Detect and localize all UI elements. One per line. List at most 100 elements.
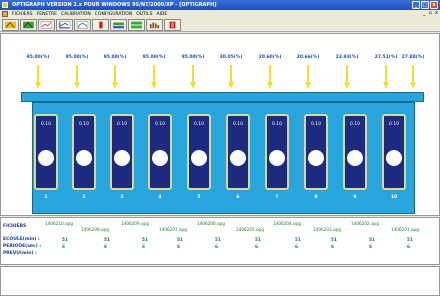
- tool-green-icon[interactable]: [20, 18, 37, 31]
- menu-aide[interactable]: AIDE: [156, 12, 167, 17]
- cell-hole: [386, 150, 402, 166]
- file-name[interactable]: 1406202.opg: [351, 221, 379, 226]
- tool-stop-icon[interactable]: [164, 18, 181, 31]
- menu-configuration[interactable]: CONFIGURATION: [95, 12, 132, 17]
- menu-bar: FICHIERS FENETRE CALIBRATION CONFIGURATI…: [0, 10, 440, 18]
- cell-hole: [269, 150, 285, 166]
- cell-value: 0.10: [40, 122, 52, 127]
- cell-9[interactable]: 0.10 9: [341, 114, 369, 209]
- cell-card: 0.10: [187, 114, 211, 190]
- menu-outils[interactable]: OUTILS: [136, 12, 152, 17]
- percentage-label: 95.00(%): [142, 55, 166, 60]
- cell-number: 1: [44, 195, 48, 200]
- tool-chart-icon[interactable]: [38, 18, 55, 31]
- cell-hole: [347, 150, 363, 166]
- cell-10[interactable]: 0.10 10: [380, 114, 408, 209]
- menu-fenetre[interactable]: FENETRE: [37, 12, 57, 17]
- cell-card: 0.10: [304, 114, 328, 190]
- file-name[interactable]: 1406204.opg: [273, 221, 301, 226]
- periode-value: 6: [62, 244, 65, 249]
- down-arrow-icon: [344, 65, 350, 89]
- window-controls: _ □ x: [412, 1, 438, 9]
- toolbar: [0, 18, 440, 32]
- main-view: 95.00(%) 95.00(%) 95.00(%) 95.00(%) 95.00(%)…: [0, 33, 440, 242]
- cell-4[interactable]: 0.10 4: [146, 114, 174, 209]
- tool-histogram-icon[interactable]: [146, 18, 163, 31]
- down-arrow-icon: [35, 65, 41, 89]
- cell-number: 4: [158, 195, 162, 200]
- cell-number: 5: [197, 195, 201, 200]
- ecoule-value: 51: [407, 237, 413, 242]
- file-name[interactable]: 1406205.opg: [236, 227, 264, 232]
- file-name[interactable]: 1406207.opg: [159, 227, 187, 232]
- cell-value: 0.10: [232, 122, 244, 127]
- mdi-close-button[interactable]: x: [435, 10, 438, 16]
- cell-7[interactable]: 0.10 7: [263, 114, 291, 209]
- ecoule-value: 51: [255, 237, 261, 242]
- cell-card: 0.10: [265, 114, 289, 190]
- cell-hole: [191, 150, 207, 166]
- tool-bars-icon[interactable]: [110, 18, 127, 31]
- cell-3[interactable]: 0.10 3: [108, 114, 136, 209]
- menu-fichiers[interactable]: FICHIERS: [12, 12, 33, 17]
- mdi-restore-button[interactable]: ▫: [429, 10, 432, 16]
- minimize-button[interactable]: _: [412, 1, 420, 9]
- cell-card: 0.10: [72, 114, 96, 190]
- cell-5[interactable]: 0.10 5: [185, 114, 213, 209]
- cell-2[interactable]: 0.10 2: [70, 114, 98, 209]
- periode-value: 6: [215, 244, 218, 249]
- ecoule-label: ECOULE(min) :: [3, 237, 40, 242]
- tool-red-icon[interactable]: [92, 18, 109, 31]
- cell-number: 7: [275, 195, 279, 200]
- file-name[interactable]: 1406203.opg: [313, 227, 341, 232]
- periode-value: 6: [177, 244, 180, 249]
- file-name[interactable]: 1406209.opg: [81, 227, 109, 232]
- cell-card: 0.10: [226, 114, 250, 190]
- document-icon[interactable]: [2, 11, 8, 17]
- cell-value: 0.10: [388, 122, 400, 127]
- cell-card: 0.10: [148, 114, 172, 190]
- bottom-panel: [0, 266, 440, 296]
- down-arrow-icon: [74, 65, 80, 89]
- ecoule-value: 51: [215, 237, 221, 242]
- file-name[interactable]: 1406209.opg: [121, 221, 149, 226]
- percentage-label: 95.00(%): [26, 55, 50, 60]
- cell-value: 0.10: [154, 122, 166, 127]
- periode-value: 6: [142, 244, 145, 249]
- periode-value: 6: [369, 244, 372, 249]
- down-arrow-icon: [190, 65, 196, 89]
- periode-value: 6: [255, 244, 258, 249]
- down-arrow-icon: [383, 65, 389, 89]
- down-arrow-icon: [228, 65, 234, 89]
- percentage-label: 20.66(%): [296, 55, 320, 60]
- files-row: FICHIERS 1406210.opg 1406209.opg 1406206.o…: [1, 221, 440, 232]
- fichiers-label: FICHIERS: [3, 224, 27, 229]
- file-name[interactable]: 1406206.opg: [197, 221, 225, 226]
- cell-hole: [38, 150, 54, 166]
- down-arrow-icon: [410, 65, 416, 89]
- mdi-minimize-button[interactable]: _: [423, 10, 426, 16]
- percentage-label: 95.00(%): [103, 55, 127, 60]
- menu-calibration[interactable]: CALIBRATION: [61, 12, 91, 17]
- tool-curve-icon[interactable]: [74, 18, 91, 31]
- cell-hole: [152, 150, 168, 166]
- cell-card: 0.10: [34, 114, 58, 190]
- file-name[interactable]: 1406210.opg: [45, 221, 73, 226]
- percentage-label: 95.00(%): [65, 55, 89, 60]
- ecoule-value: 51: [295, 237, 301, 242]
- periode-label: PERIODE(sec) :: [3, 244, 42, 249]
- periode-value: 6: [331, 244, 334, 249]
- cell-number: 9: [353, 195, 357, 200]
- cell-6[interactable]: 0.10 6: [224, 114, 252, 209]
- cell-hole: [114, 150, 130, 166]
- cell-1[interactable]: 0.10 1: [32, 114, 60, 209]
- cell-8[interactable]: 0.10 8: [302, 114, 330, 209]
- file-name[interactable]: 1406201.opg: [391, 227, 419, 232]
- tool-graph-icon[interactable]: [56, 18, 73, 31]
- tool-green-block-icon[interactable]: [128, 18, 145, 31]
- close-button[interactable]: x: [430, 1, 438, 9]
- ecoule-value: 51: [142, 237, 148, 242]
- maximize-button[interactable]: □: [421, 1, 429, 9]
- cell-number: 6: [236, 195, 240, 200]
- tool-yellow-icon[interactable]: [2, 18, 19, 31]
